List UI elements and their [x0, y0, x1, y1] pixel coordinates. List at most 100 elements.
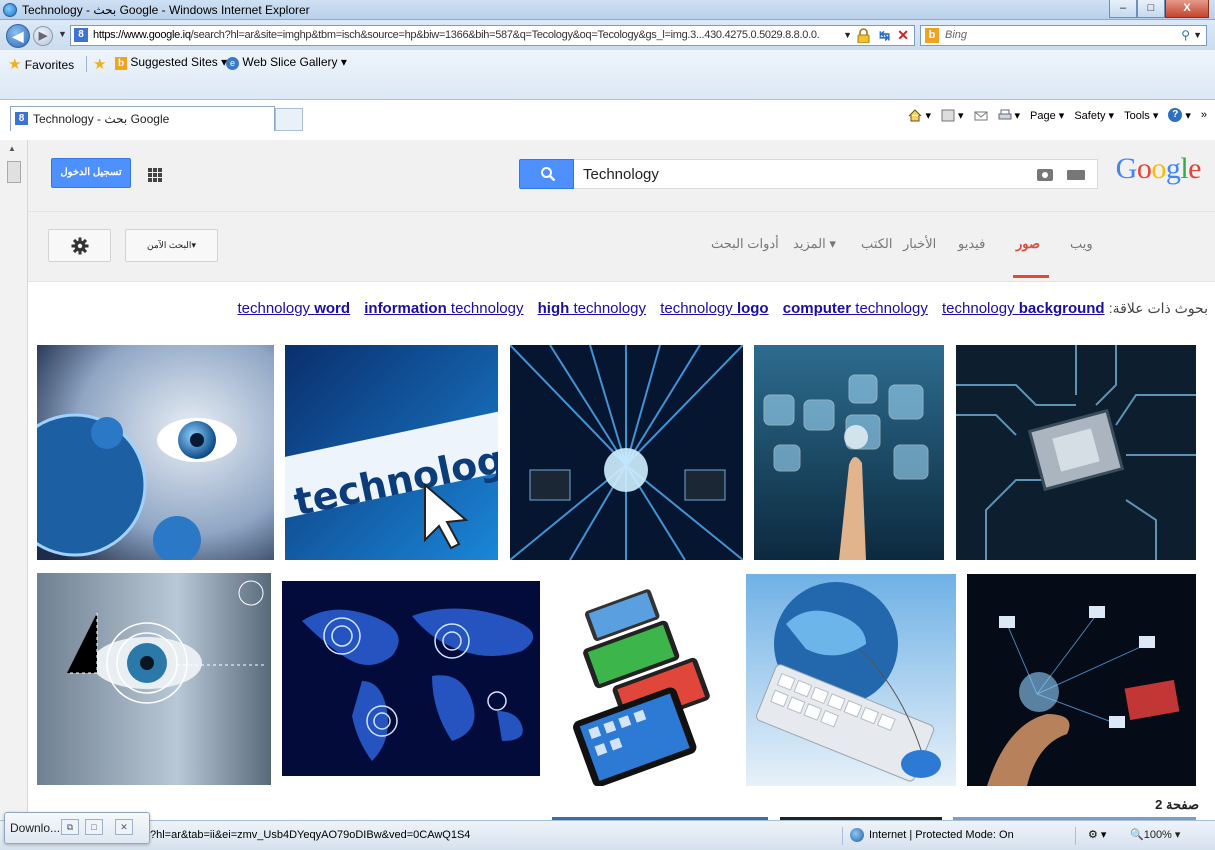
keyboard-icon[interactable] — [1067, 170, 1085, 180]
bing-search-placeholder: Bing — [945, 29, 968, 41]
camera-icon[interactable] — [1037, 169, 1053, 181]
tab-web[interactable]: ويب — [1070, 236, 1093, 252]
touch-screen-image[interactable] — [754, 345, 944, 560]
sign-in-button[interactable]: تسجيل الدخول — [51, 158, 131, 188]
smartphones-image[interactable] — [551, 576, 735, 786]
tab-label: Technology - بحث Google — [33, 112, 170, 126]
feeds-button[interactable]: ▾ — [941, 109, 964, 122]
forward-button[interactable]: ▶ — [33, 26, 53, 46]
related-link-technology-word[interactable]: technology word — [237, 300, 350, 317]
command-bar: ▾ ▾ ▾ Page ▾ Safety ▾ Tools ▾ ? ▾ » — [908, 108, 1207, 122]
tab-more[interactable]: المزيد ▾ — [793, 236, 836, 252]
internet-explorer-icon — [3, 3, 17, 17]
address-dropdown-icon[interactable]: ▼ — [843, 30, 852, 40]
stop-icon[interactable]: ✕ — [897, 27, 909, 44]
tab-search-tools[interactable]: أدوات البحث — [711, 236, 779, 252]
maximize-button[interactable]: □ — [1137, 0, 1165, 18]
vertical-scrollbar[interactable]: ▲ — [0, 140, 28, 820]
tab-news[interactable]: الأخبار — [903, 236, 936, 252]
scroll-thumb[interactable] — [7, 161, 21, 183]
window-titlebar: Technology - بحث Google - Windows Intern… — [0, 0, 1215, 20]
address-url[interactable]: https://www.google.iq/search?hl=ar&site=… — [93, 29, 863, 41]
active-tab-indicator — [1013, 275, 1049, 278]
safesearch-dropdown[interactable]: البحث الآمن▾ — [125, 229, 218, 262]
window-title: Technology - بحث Google - Windows Intern… — [22, 3, 310, 17]
google-search-input[interactable]: Technology — [574, 159, 1098, 189]
new-tab-button[interactable] — [275, 108, 303, 131]
address-bar[interactable]: 8 https://www.google.iq/search?hl=ar&sit… — [70, 25, 915, 46]
print-button[interactable]: ▾ — [998, 109, 1020, 122]
keyboard-globe-image[interactable] — [746, 574, 956, 786]
page-menu[interactable]: Page ▾ — [1030, 109, 1064, 122]
related-link-technology-logo[interactable]: technology logo — [660, 300, 768, 317]
magnifier-icon — [541, 167, 556, 182]
tab-images[interactable]: صور — [1016, 236, 1040, 252]
suggested-sites-link[interactable]: b Suggested Sites ▾ — [115, 55, 227, 70]
bing-small-icon: b — [115, 57, 127, 70]
status-bar: ?hl=ar&tab=ii&ei=zmv_Usb4DYeqyAO79oDIBw&… — [0, 820, 1215, 850]
more-commands-icon[interactable]: » — [1201, 109, 1207, 121]
bing-search-box[interactable]: b Bing ⚲ ▼ — [920, 25, 1207, 46]
tools-menu[interactable]: Tools ▾ — [1124, 109, 1158, 122]
web-slice-gallery-link[interactable]: e Web Slice Gallery ▾ — [226, 55, 347, 70]
tab-books[interactable]: الكتب — [861, 236, 892, 252]
help-icon: ? — [1168, 108, 1183, 122]
technology-word-image[interactable]: technology — [285, 345, 498, 560]
gear-icon — [71, 237, 89, 255]
compatibility-icon[interactable]: ↹ — [879, 28, 890, 44]
favorites-bar: ★ Favorites ★ b Suggested Sites ▾ e Web … — [0, 50, 1215, 131]
favorites-button[interactable]: ★ Favorites — [8, 55, 74, 73]
google-header: تسجيل الدخول Technology Google — [28, 140, 1215, 212]
tab-favicon-icon: 8 — [15, 112, 28, 125]
related-link-high-technology[interactable]: high technology — [538, 300, 646, 317]
globe-icon — [850, 828, 864, 842]
safety-menu[interactable]: Safety ▾ — [1074, 109, 1114, 122]
status-url: ?hl=ar&tab=ii&ei=zmv_Usb4DYeqyAO79oDIBw&… — [150, 829, 471, 841]
close-icon[interactable]: ✕ — [115, 819, 133, 835]
download-notification[interactable]: Downlo... ⧉ □ ✕ — [4, 812, 150, 844]
eye-earth-image[interactable] — [37, 345, 274, 560]
scroll-up-icon[interactable]: ▲ — [8, 144, 16, 153]
address-toolbar: ◀ ▶ ▼ 8 https://www.google.iq/search?hl=… — [0, 20, 1215, 50]
lock-icon[interactable] — [857, 28, 870, 43]
circuit-chip-image[interactable] — [956, 345, 1196, 560]
zoom-level: 100% — [1143, 829, 1172, 841]
home-button[interactable]: ▾ — [908, 108, 931, 122]
apps-grid-icon[interactable] — [148, 168, 162, 182]
related-link-information-technology[interactable]: information technology — [364, 300, 523, 317]
feeds-icon — [941, 109, 955, 121]
protected-mode-icon[interactable]: ⚙ ▾ — [1088, 828, 1106, 841]
web-slice-icon: e — [226, 57, 239, 70]
mail-button[interactable] — [974, 109, 988, 122]
add-favorites-icon[interactable]: ★ — [93, 55, 106, 73]
search-dropdown-icon[interactable]: ▼ — [1193, 30, 1202, 40]
add-star-icon: ★ — [93, 56, 107, 73]
close-button[interactable]: X — [1165, 0, 1209, 18]
download-label: Downlo... — [10, 821, 61, 835]
hand-network-image[interactable] — [967, 574, 1196, 786]
related-link-computer-technology[interactable]: computer technology — [783, 300, 928, 317]
settings-button[interactable] — [48, 229, 111, 262]
related-link-technology-background[interactable]: technology background — [942, 300, 1105, 317]
restore-icon[interactable]: ⧉ — [61, 819, 79, 835]
history-dropdown-icon[interactable]: ▼ — [58, 29, 67, 39]
eye-scan-image[interactable] — [37, 573, 271, 785]
help-button[interactable]: ? ▾ — [1168, 108, 1191, 122]
search-query[interactable]: Technology — [583, 166, 659, 183]
mail-icon — [974, 111, 987, 120]
maximize-icon[interactable]: □ — [85, 819, 103, 835]
search-icon[interactable]: ⚲ — [1181, 28, 1190, 42]
world-map-network-image[interactable] — [282, 581, 540, 776]
google-logo[interactable]: Google — [1116, 152, 1202, 186]
favorites-label: Favorites — [24, 58, 75, 72]
related-searches-label: بحوث ذات علاقة: — [1108, 300, 1208, 316]
zoom-control[interactable]: 🔍100% ▾ — [1130, 828, 1180, 841]
security-zone[interactable]: Internet | Protected Mode: On — [850, 828, 1014, 842]
minimize-button[interactable]: – — [1109, 0, 1137, 18]
browser-tab[interactable]: 8 Technology - بحث Google — [10, 106, 275, 131]
binary-tunnel-image[interactable] — [510, 345, 743, 560]
print-icon — [998, 109, 1011, 119]
tab-videos[interactable]: فيديو — [958, 236, 985, 252]
google-search-button[interactable] — [519, 159, 574, 189]
back-button[interactable]: ◀ — [6, 24, 30, 48]
